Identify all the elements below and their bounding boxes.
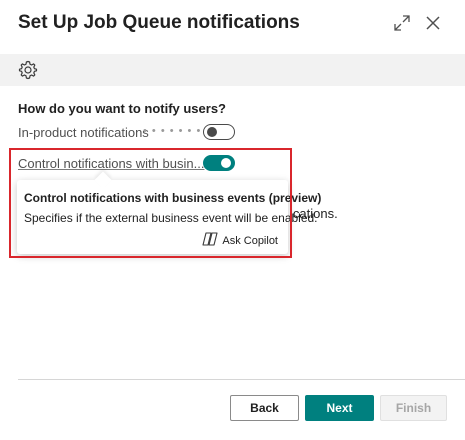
field-tooltip: Control notifications with business even…: [17, 171, 321, 254]
ask-copilot-link[interactable]: Ask Copilot: [202, 232, 278, 249]
dialog-title: Set Up Job Queue notifications: [18, 12, 300, 33]
section-question: How do you want to notify users?: [18, 101, 226, 116]
next-button[interactable]: Next: [305, 395, 374, 421]
in-product-notifications-row: In-product notifications • • • • • • • •: [18, 123, 318, 143]
tooltip-description: Specifies if the external business event…: [24, 211, 318, 225]
toggle-knob: [207, 127, 217, 137]
tooltip-title: Control notifications with business even…: [24, 191, 322, 205]
ask-copilot-label: Ask Copilot: [222, 234, 278, 247]
close-icon[interactable]: [424, 14, 442, 32]
gear-icon[interactable]: [18, 60, 38, 80]
business-events-toggle[interactable]: [203, 155, 235, 171]
business-events-row: Control notifications with busin...: [18, 154, 318, 174]
toolbar: [0, 54, 465, 86]
field-leader-dots: • • • • • • • •: [143, 125, 211, 137]
expand-icon[interactable]: [393, 14, 411, 32]
toggle-knob: [221, 158, 231, 168]
in-product-notifications-toggle[interactable]: [203, 124, 235, 140]
field-label: In-product notifications: [18, 125, 149, 140]
field-label[interactable]: Control notifications with busin...: [18, 156, 204, 171]
footer-divider: [18, 379, 465, 380]
back-button[interactable]: Back: [230, 395, 299, 421]
finish-button[interactable]: Finish: [380, 395, 447, 421]
copilot-icon: [202, 232, 218, 249]
tooltip-arrow: [94, 171, 112, 189]
